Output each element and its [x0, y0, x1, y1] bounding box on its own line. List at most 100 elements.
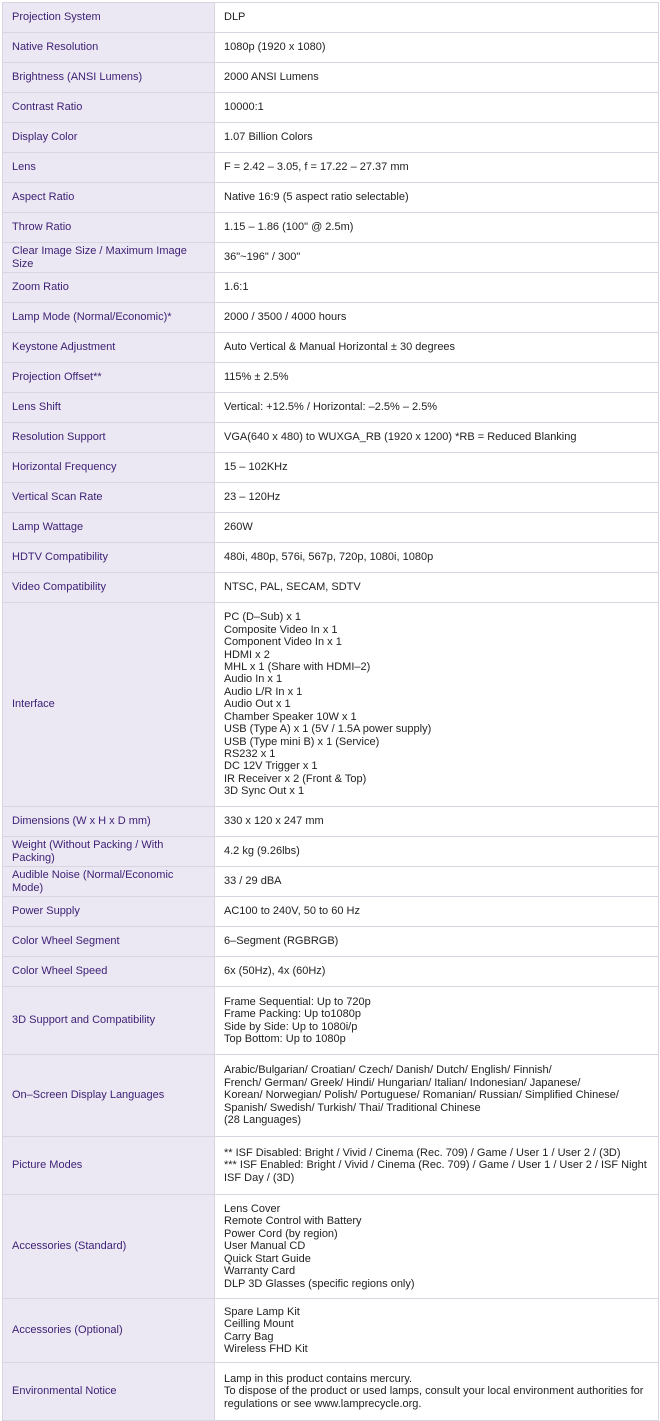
spec-row: Display Color 1.07 Billion Colors [2, 122, 659, 153]
spec-value: 1.6:1 [214, 272, 659, 303]
spec-row: Contrast Ratio 10000:1 [2, 92, 659, 123]
spec-value-line: To dispose of the product or used lamps,… [224, 1385, 644, 1398]
spec-value-line: ISF Day / (3D) [224, 1171, 295, 1184]
spec-value: 480i, 480p, 576i, 567p, 720p, 1080i, 108… [214, 542, 659, 573]
spec-value-line: RS232 x 1 [224, 747, 276, 760]
spec-value-line: USB (Type mini B) x 1 (Service) [224, 735, 380, 748]
spec-value: Vertical: +12.5% / Horizontal: –2.5% – 2… [214, 392, 659, 423]
spec-row: Keystone Adjustment Auto Vertical & Manua… [2, 332, 659, 363]
spec-label: Audible Noise (Normal/Economic Mode) [2, 866, 215, 897]
spec-row: Color Wheel Speed 6x (50Hz), 4x (60Hz) [2, 956, 659, 987]
spec-value-line: 4.2 kg (9.26lbs) [224, 845, 300, 858]
spec-value-line: Carry Bag [224, 1330, 274, 1343]
spec-value-line: 115% ± 2.5% [224, 371, 289, 384]
spec-table-body: Projection System DLP Native Resolution 108… [2, 2, 659, 1421]
spec-row: Video Compatibility NTSC, PAL, SECAM, SDT… [2, 572, 659, 603]
spec-row: Lens F = 2.42 – 3.05, f = 17.22 – 27.37 m… [2, 152, 659, 183]
spec-label: Vertical Scan Rate [2, 482, 215, 513]
spec-label: Accessories (Optional) [2, 1298, 215, 1363]
spec-row: Dimensions (W x H x D mm) 330 x 120 x 247… [2, 806, 659, 837]
spec-value: Lens Cover Remote Control with Battery Pow… [214, 1194, 659, 1299]
spec-row: Lamp Wattage 260W [2, 512, 659, 543]
spec-label: Throw Ratio [2, 212, 215, 243]
spec-row: Native Resolution 1080p (1920 x 1080) [2, 32, 659, 63]
spec-value-line: Lens Cover [224, 1203, 281, 1216]
spec-label: Display Color [2, 122, 215, 153]
spec-value: Lamp in this product contains mercury. To… [214, 1362, 659, 1421]
spec-row: Weight (Without Packing / With Packing) 4… [2, 836, 659, 867]
spec-label: Clear Image Size / Maximum Image Size [2, 242, 215, 273]
spec-label: Accessories (Standard) [2, 1194, 215, 1299]
spec-value: 33 / 29 dBA [214, 866, 659, 897]
spec-label: Environmental Notice [2, 1362, 215, 1421]
spec-label: Lens Shift [2, 392, 215, 423]
spec-value-line: 1.07 Billion Colors [224, 131, 313, 144]
spec-value-line: Power Cord (by region) [224, 1227, 338, 1240]
spec-value: 2000 / 3500 / 4000 hours [214, 302, 659, 333]
spec-row: Interface PC (D–Sub) x 1 Composite Video I… [2, 602, 659, 807]
spec-label: Lamp Mode (Normal/Economic)* [2, 302, 215, 333]
spec-value-line: 10000:1 [224, 101, 264, 114]
spec-value: 6x (50Hz), 4x (60Hz) [214, 956, 659, 987]
spec-row: Accessories (Standard) Lens Cover Remote C… [2, 1194, 659, 1299]
spec-value-line: PC (D–Sub) x 1 [224, 611, 302, 624]
spec-row: Projection Offset** 115% ± 2.5% [2, 362, 659, 393]
spec-row: HDTV Compatibility 480i, 480p, 576i, 567p… [2, 542, 659, 573]
spec-value-line: Quick Start Guide [224, 1252, 311, 1265]
spec-value-line: Vertical: +12.5% / Horizontal: –2.5% – 2… [224, 401, 438, 414]
spec-value: F = 2.42 – 3.05, f = 17.22 – 27.37 mm [214, 152, 659, 183]
spec-row: Zoom Ratio 1.6:1 [2, 272, 659, 303]
spec-label: On–Screen Display Languages [2, 1054, 215, 1137]
spec-label: Keystone Adjustment [2, 332, 215, 363]
spec-value-line: 1080p (1920 x 1080) [224, 41, 326, 54]
spec-value-line: MHL x 1 (Share with HDMI–2) [224, 661, 371, 674]
spec-row: Projection System DLP [2, 2, 659, 33]
spec-value-line: Warranty Card [224, 1265, 296, 1278]
spec-value-line: Arabic/Bulgarian/ Croatian/ Czech/ Danis… [224, 1064, 552, 1077]
spec-value-line: Auto Vertical & Manual Horizontal ± 30 d… [224, 341, 456, 354]
spec-value-line: *** ISF Enabled: Bright / Vivid / Cinema… [224, 1159, 647, 1172]
spec-row: 3D Support and Compatibility Frame Sequen… [2, 986, 659, 1055]
spec-value: 115% ± 2.5% [214, 362, 659, 393]
spec-value-line: HDMI x 2 [224, 648, 270, 661]
spec-row: Throw Ratio 1.15 – 1.86 (100" @ 2.5m) [2, 212, 659, 243]
spec-value-line: Chamber Speaker 10W x 1 [224, 710, 357, 723]
spec-label: Contrast Ratio [2, 92, 215, 123]
spec-label: Color Wheel Speed [2, 956, 215, 987]
spec-value-line: 1.15 – 1.86 (100" @ 2.5m) [224, 221, 354, 234]
spec-row: On–Screen Display Languages Arabic/Bulgar… [2, 1054, 659, 1137]
spec-value-line: 15 – 102KHz [224, 461, 288, 474]
spec-value-line: DC 12V Trigger x 1 [224, 760, 318, 773]
spec-value-line: Composite Video In x 1 [224, 623, 338, 636]
spec-value-line: 36"~196" / 300" [224, 251, 301, 264]
spec-value-line: Spanish/ Swedish/ Turkish/ Thai/ Traditi… [224, 1101, 481, 1114]
spec-value-line: Spare Lamp Kit [224, 1305, 300, 1318]
spec-row: Audible Noise (Normal/Economic Mode) 33 /… [2, 866, 659, 897]
spec-value-line: User Manual CD [224, 1240, 306, 1253]
spec-value: Spare Lamp Kit Ceilling Mount Carry Bag Wir… [214, 1298, 659, 1363]
spec-value-line: Top Bottom: Up to 1080p [224, 1032, 346, 1045]
spec-value: 4.2 kg (9.26lbs) [214, 836, 659, 867]
spec-label: Dimensions (W x H x D mm) [2, 806, 215, 837]
spec-label: Power Supply [2, 896, 215, 927]
spec-value-line: AC100 to 240V, 50 to 60 Hz [224, 905, 360, 918]
spec-value-line: (28 Languages) [224, 1114, 302, 1127]
spec-value: VGA(640 x 480) to WUXGA_RB (1920 x 1200)… [214, 422, 659, 453]
spec-value-line: Native 16:9 (5 aspect ratio selectable) [224, 191, 409, 204]
spec-label: Aspect Ratio [2, 182, 215, 213]
spec-row: Vertical Scan Rate 23 – 120Hz [2, 482, 659, 513]
spec-label: Color Wheel Segment [2, 926, 215, 957]
spec-value: AC100 to 240V, 50 to 60 Hz [214, 896, 659, 927]
spec-value: Frame Sequential: Up to 720p Frame Packin… [214, 986, 659, 1055]
spec-value: ** ISF Disabled: Bright / Vivid / Cinema… [214, 1136, 659, 1195]
spec-value-line: 3D Sync Out x 1 [224, 785, 305, 798]
spec-row: Lens Shift Vertical: +12.5% / Horizontal:… [2, 392, 659, 423]
spec-value-line: F = 2.42 – 3.05, f = 17.22 – 27.37 mm [224, 161, 409, 174]
spec-value: Arabic/Bulgarian/ Croatian/ Czech/ Danis… [214, 1054, 659, 1137]
spec-label: Lamp Wattage [2, 512, 215, 543]
spec-value-line: 23 – 120Hz [224, 491, 281, 504]
spec-value: 2000 ANSI Lumens [214, 62, 659, 93]
spec-value-line: 260W [224, 521, 253, 534]
spec-row: Resolution Support VGA(640 x 480) to WUXG… [2, 422, 659, 453]
spec-value-line: Frame Sequential: Up to 720p [224, 995, 371, 1008]
